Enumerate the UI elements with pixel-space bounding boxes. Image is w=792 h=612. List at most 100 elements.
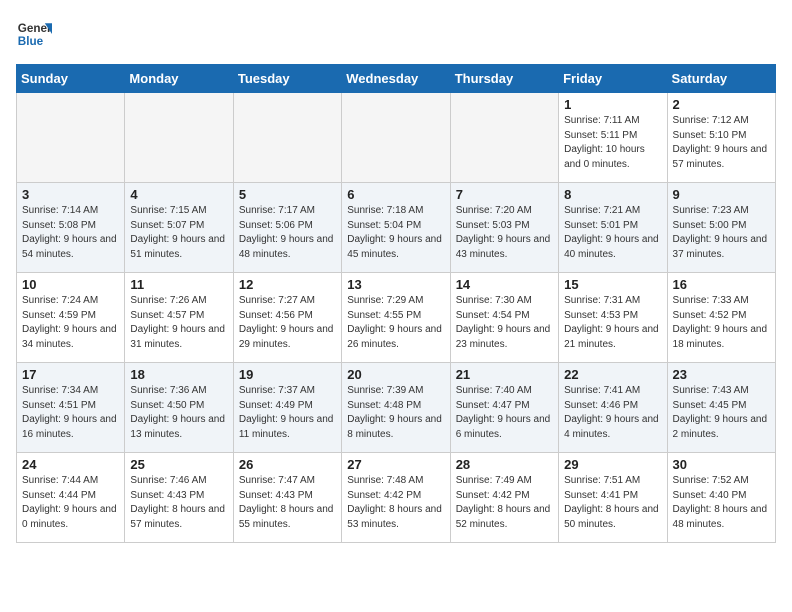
day-number: 21: [456, 367, 553, 382]
day-info: Sunrise: 7:31 AM Sunset: 4:53 PM Dayligh…: [564, 294, 661, 352]
calendar-cell: 25 Sunrise: 7:46 AM Sunset: 4:43 PM Dayli…: [125, 453, 233, 543]
day-number: 23: [673, 367, 770, 382]
weekday-header-row: SundayMondayTuesdayWednesdayThursdayFrid…: [17, 65, 776, 93]
day-info: Sunrise: 7:49 AM Sunset: 4:42 PM Dayligh…: [456, 474, 553, 532]
day-info: Sunrise: 7:51 AM Sunset: 4:41 PM Dayligh…: [564, 474, 661, 532]
calendar-cell: 28 Sunrise: 7:49 AM Sunset: 4:42 PM Dayli…: [450, 453, 558, 543]
day-info: Sunrise: 7:24 AM Sunset: 4:59 PM Dayligh…: [22, 294, 119, 352]
day-info: Sunrise: 7:37 AM Sunset: 4:49 PM Dayligh…: [239, 384, 336, 442]
weekday-header-saturday: Saturday: [667, 65, 775, 93]
calendar-cell: 20 Sunrise: 7:39 AM Sunset: 4:48 PM Dayli…: [342, 363, 450, 453]
day-number: 18: [130, 367, 227, 382]
calendar-cell: 22 Sunrise: 7:41 AM Sunset: 4:46 PM Dayli…: [559, 363, 667, 453]
day-number: 29: [564, 457, 661, 472]
calendar-cell: 4Sunrise: 7:15 AM Sunset: 5:07 PM Daylig…: [125, 183, 233, 273]
day-info: Sunrise: 7:29 AM Sunset: 4:55 PM Dayligh…: [347, 294, 444, 352]
calendar-cell: 7Sunrise: 7:20 AM Sunset: 5:03 PM Daylig…: [450, 183, 558, 273]
day-number: 22: [564, 367, 661, 382]
calendar-cell: 10 Sunrise: 7:24 AM Sunset: 4:59 PM Dayli…: [17, 273, 125, 363]
calendar-cell: 16 Sunrise: 7:33 AM Sunset: 4:52 PM Dayli…: [667, 273, 775, 363]
weekday-header-friday: Friday: [559, 65, 667, 93]
week-row-2: 3 Sunrise: 7:14 AM Sunset: 5:08 PM Daylig…: [17, 183, 776, 273]
calendar-cell: 21Sunrise: 7:40 AM Sunset: 4:47 PM Dayli…: [450, 363, 558, 453]
calendar-cell: [125, 93, 233, 183]
day-info: Sunrise: 7:14 AM Sunset: 5:08 PM Dayligh…: [22, 204, 119, 262]
calendar-cell: 11 Sunrise: 7:26 AM Sunset: 4:57 PM Dayli…: [125, 273, 233, 363]
weekday-header-monday: Monday: [125, 65, 233, 93]
day-number: 19: [239, 367, 336, 382]
day-info: Sunrise: 7:15 AM Sunset: 5:07 PM Dayligh…: [130, 204, 227, 262]
page-header: General Blue: [16, 16, 776, 52]
day-info: Sunrise: 7:17 AM Sunset: 5:06 PM Dayligh…: [239, 204, 336, 262]
day-number: 25: [130, 457, 227, 472]
weekday-header-thursday: Thursday: [450, 65, 558, 93]
day-info: Sunrise: 7:39 AM Sunset: 4:48 PM Dayligh…: [347, 384, 444, 442]
day-number: 17: [22, 367, 119, 382]
day-number: 10: [22, 277, 119, 292]
calendar-cell: 14 Sunrise: 7:30 AM Sunset: 4:54 PM Dayli…: [450, 273, 558, 363]
calendar-cell: 15 Sunrise: 7:31 AM Sunset: 4:53 PM Dayli…: [559, 273, 667, 363]
day-info: Sunrise: 7:48 AM Sunset: 4:42 PM Dayligh…: [347, 474, 444, 532]
day-info: Sunrise: 7:23 AM Sunset: 5:00 PM Dayligh…: [673, 204, 770, 262]
calendar-cell: 17 Sunrise: 7:34 AM Sunset: 4:51 PM Dayli…: [17, 363, 125, 453]
weekday-header-wednesday: Wednesday: [342, 65, 450, 93]
calendar-cell: [450, 93, 558, 183]
day-info: Sunrise: 7:33 AM Sunset: 4:52 PM Dayligh…: [673, 294, 770, 352]
day-number: 6: [347, 187, 444, 202]
day-info: Sunrise: 7:26 AM Sunset: 4:57 PM Dayligh…: [130, 294, 227, 352]
calendar-cell: 9 Sunrise: 7:23 AM Sunset: 5:00 PM Daylig…: [667, 183, 775, 273]
logo-icon: General Blue: [16, 16, 52, 52]
calendar-cell: 29 Sunrise: 7:51 AM Sunset: 4:41 PM Dayli…: [559, 453, 667, 543]
day-info: Sunrise: 7:12 AM Sunset: 5:10 PM Dayligh…: [673, 114, 770, 172]
weekday-header-sunday: Sunday: [17, 65, 125, 93]
calendar-cell: 26 Sunrise: 7:47 AM Sunset: 4:43 PM Dayli…: [233, 453, 341, 543]
day-info: Sunrise: 7:21 AM Sunset: 5:01 PM Dayligh…: [564, 204, 661, 262]
day-info: Sunrise: 7:34 AM Sunset: 4:51 PM Dayligh…: [22, 384, 119, 442]
day-info: Sunrise: 7:43 AM Sunset: 4:45 PM Dayligh…: [673, 384, 770, 442]
day-number: 14: [456, 277, 553, 292]
day-number: 27: [347, 457, 444, 472]
day-number: 12: [239, 277, 336, 292]
calendar-cell: 8 Sunrise: 7:21 AM Sunset: 5:01 PM Daylig…: [559, 183, 667, 273]
day-info: Sunrise: 7:47 AM Sunset: 4:43 PM Dayligh…: [239, 474, 336, 532]
calendar-cell: 1Sunrise: 7:11 AM Sunset: 5:11 PM Daylig…: [559, 93, 667, 183]
day-number: 20: [347, 367, 444, 382]
day-number: 3: [22, 187, 119, 202]
day-number: 16: [673, 277, 770, 292]
calendar-cell: 19 Sunrise: 7:37 AM Sunset: 4:49 PM Dayli…: [233, 363, 341, 453]
calendar-cell: 2Sunrise: 7:12 AM Sunset: 5:10 PM Daylig…: [667, 93, 775, 183]
calendar-cell: 5 Sunrise: 7:17 AM Sunset: 5:06 PM Daylig…: [233, 183, 341, 273]
calendar-cell: 12 Sunrise: 7:27 AM Sunset: 4:56 PM Dayli…: [233, 273, 341, 363]
calendar-cell: 6Sunrise: 7:18 AM Sunset: 5:04 PM Daylig…: [342, 183, 450, 273]
day-number: 26: [239, 457, 336, 472]
day-info: Sunrise: 7:46 AM Sunset: 4:43 PM Dayligh…: [130, 474, 227, 532]
day-number: 24: [22, 457, 119, 472]
day-info: Sunrise: 7:41 AM Sunset: 4:46 PM Dayligh…: [564, 384, 661, 442]
day-info: Sunrise: 7:30 AM Sunset: 4:54 PM Dayligh…: [456, 294, 553, 352]
week-row-5: 24Sunrise: 7:44 AM Sunset: 4:44 PM Dayli…: [17, 453, 776, 543]
day-number: 5: [239, 187, 336, 202]
calendar-cell: 30 Sunrise: 7:52 AM Sunset: 4:40 PM Dayli…: [667, 453, 775, 543]
calendar-table: SundayMondayTuesdayWednesdayThursdayFrid…: [16, 64, 776, 543]
day-number: 30: [673, 457, 770, 472]
calendar-cell: 3 Sunrise: 7:14 AM Sunset: 5:08 PM Daylig…: [17, 183, 125, 273]
day-info: Sunrise: 7:11 AM Sunset: 5:11 PM Dayligh…: [564, 114, 661, 172]
svg-text:Blue: Blue: [18, 35, 44, 48]
calendar-cell: 27 Sunrise: 7:48 AM Sunset: 4:42 PM Dayli…: [342, 453, 450, 543]
week-row-1: 1Sunrise: 7:11 AM Sunset: 5:11 PM Daylig…: [17, 93, 776, 183]
day-number: 9: [673, 187, 770, 202]
day-info: Sunrise: 7:52 AM Sunset: 4:40 PM Dayligh…: [673, 474, 770, 532]
week-row-3: 10 Sunrise: 7:24 AM Sunset: 4:59 PM Dayli…: [17, 273, 776, 363]
week-row-4: 17 Sunrise: 7:34 AM Sunset: 4:51 PM Dayli…: [17, 363, 776, 453]
calendar-cell: [342, 93, 450, 183]
day-number: 8: [564, 187, 661, 202]
day-number: 28: [456, 457, 553, 472]
calendar-cell: [17, 93, 125, 183]
day-info: Sunrise: 7:20 AM Sunset: 5:03 PM Dayligh…: [456, 204, 553, 262]
calendar-cell: 23 Sunrise: 7:43 AM Sunset: 4:45 PM Dayli…: [667, 363, 775, 453]
day-number: 15: [564, 277, 661, 292]
weekday-header-tuesday: Tuesday: [233, 65, 341, 93]
day-info: Sunrise: 7:27 AM Sunset: 4:56 PM Dayligh…: [239, 294, 336, 352]
day-number: 13: [347, 277, 444, 292]
day-number: 11: [130, 277, 227, 292]
